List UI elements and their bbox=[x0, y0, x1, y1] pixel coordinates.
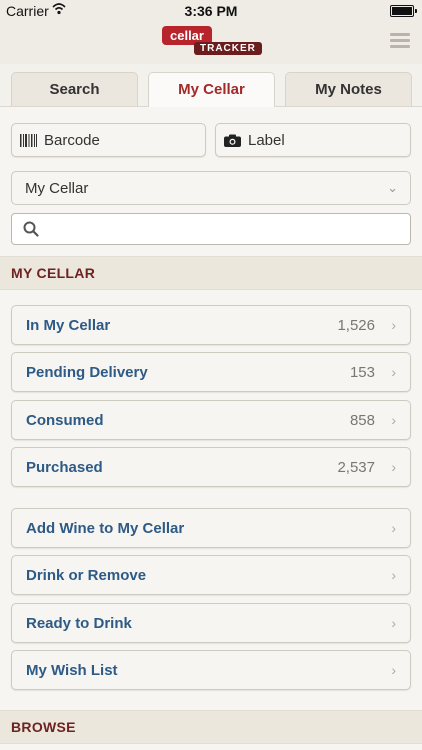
hamburger-menu-icon[interactable] bbox=[390, 33, 410, 49]
row-label: Ready to Drink bbox=[26, 615, 132, 632]
search-field[interactable] bbox=[11, 213, 411, 245]
row-count: 858 bbox=[349, 412, 375, 429]
row-consumed[interactable]: Consumed 858 › bbox=[11, 400, 411, 440]
chevron-right-icon: › bbox=[391, 459, 396, 475]
chevron-right-icon: › bbox=[391, 615, 396, 631]
row-label: Purchased bbox=[26, 459, 103, 476]
section-title: MY CELLAR bbox=[11, 265, 96, 281]
row-pending-delivery[interactable]: Pending Delivery 153 › bbox=[11, 352, 411, 392]
row-label: My Wish List bbox=[26, 662, 118, 679]
tab-bar: Search My Cellar My Notes bbox=[0, 64, 422, 107]
cellartracker-logo: cellar TRACKER bbox=[162, 26, 262, 62]
row-count: 153 bbox=[349, 364, 375, 381]
row-count: 1,526 bbox=[337, 317, 375, 334]
section-title: BROWSE bbox=[11, 719, 76, 735]
chevron-right-icon: › bbox=[391, 520, 396, 536]
row-label: Add Wine to My Cellar bbox=[26, 520, 185, 537]
search-input[interactable] bbox=[46, 218, 400, 242]
row-ready-to-drink[interactable]: Ready to Drink › bbox=[11, 603, 411, 643]
chevron-right-icon: › bbox=[391, 662, 396, 678]
label-button-label: Label bbox=[248, 132, 285, 149]
barcode-icon bbox=[20, 134, 37, 147]
row-purchased[interactable]: Purchased 2,537 › bbox=[11, 447, 411, 487]
camera-icon bbox=[224, 134, 241, 147]
row-label: Pending Delivery bbox=[26, 364, 148, 381]
row-count: 2,537 bbox=[337, 459, 375, 476]
chevron-right-icon: › bbox=[391, 317, 396, 333]
row-label: Drink or Remove bbox=[26, 567, 147, 584]
barcode-button[interactable]: Barcode bbox=[11, 123, 206, 157]
row-label: In My Cellar bbox=[26, 317, 111, 334]
row-drink-or-remove[interactable]: Drink or Remove › bbox=[11, 555, 411, 595]
barcode-label: Barcode bbox=[44, 132, 100, 149]
battery-icon bbox=[390, 5, 417, 17]
tab-my-notes[interactable]: My Notes bbox=[285, 72, 412, 106]
row-label: Consumed bbox=[26, 412, 104, 429]
row-in-my-cellar[interactable]: In My Cellar 1,526 › bbox=[11, 305, 411, 345]
row-my-wish-list[interactable]: My Wish List › bbox=[11, 650, 411, 690]
chevron-right-icon: › bbox=[391, 567, 396, 583]
tab-search[interactable]: Search bbox=[11, 72, 138, 106]
search-icon bbox=[23, 221, 39, 237]
chevron-right-icon: › bbox=[391, 412, 396, 428]
nav-bar: cellar TRACKER bbox=[0, 22, 422, 64]
cellar-select[interactable]: My Cellar ⌄ bbox=[11, 171, 411, 205]
row-add-wine[interactable]: Add Wine to My Cellar › bbox=[11, 508, 411, 548]
section-header-my-cellar: MY CELLAR bbox=[0, 256, 422, 290]
label-button[interactable]: Label bbox=[215, 123, 411, 157]
cellar-select-value: My Cellar bbox=[25, 180, 89, 197]
logo-line2: TRACKER bbox=[194, 42, 262, 55]
chevron-down-icon: ⌄ bbox=[387, 180, 398, 195]
tab-my-cellar[interactable]: My Cellar bbox=[148, 72, 275, 107]
chevron-right-icon: › bbox=[391, 364, 396, 380]
section-header-browse: BROWSE bbox=[0, 710, 422, 744]
status-bar: Carrier 3:36 PM bbox=[0, 0, 422, 22]
status-time: 3:36 PM bbox=[184, 3, 238, 19]
